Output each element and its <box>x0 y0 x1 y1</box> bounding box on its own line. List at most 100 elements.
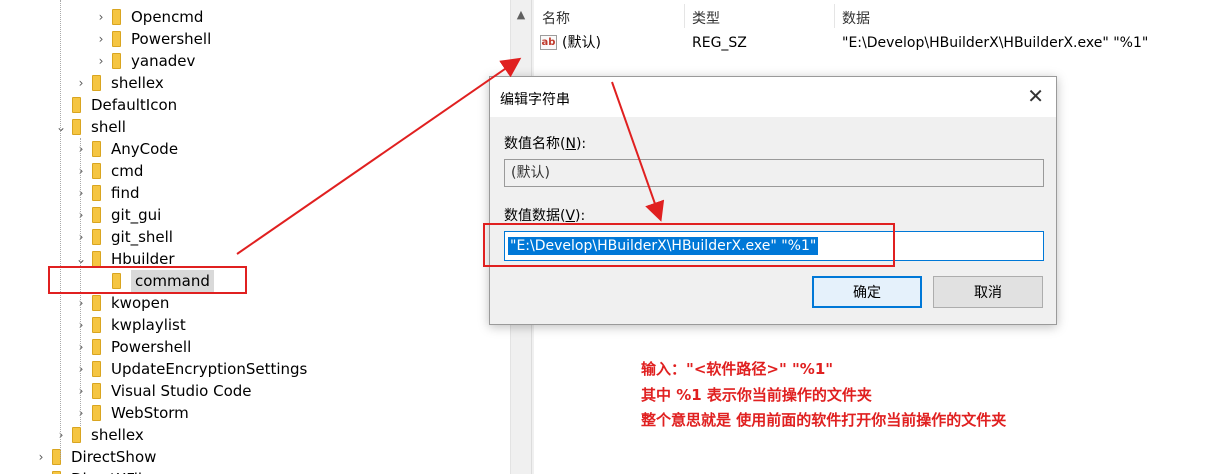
tree-item-label: shellex <box>91 426 144 444</box>
registry-value-row[interactable]: ab (默认) REG_SZ "E:\Develop\HBuilderX\HBu… <box>534 32 1230 54</box>
tree-item-label: Opencmd <box>131 8 204 26</box>
tree-item-label: AnyCode <box>111 140 179 158</box>
chevron-right-icon[interactable]: › <box>34 468 48 474</box>
dialog-title: 编辑字符串 <box>500 92 570 108</box>
column-header-type[interactable]: 类型 <box>692 8 720 28</box>
registry-tree: › Opencmd › Powershell › yanadev › shellex Defau… <box>0 0 510 474</box>
chevron-right-icon[interactable]: › <box>74 160 88 182</box>
column-header-data[interactable]: 数据 <box>842 8 870 28</box>
column-divider[interactable] <box>834 4 835 28</box>
annotation-line-1: 输入："<软件路径>" "%1" <box>641 360 834 378</box>
scroll-up-icon[interactable]: ▲ <box>511 0 531 28</box>
tree-item[interactable]: › yanadev <box>94 50 196 72</box>
chevron-right-icon[interactable]: › <box>34 446 48 468</box>
value-data-input[interactable]: "E:\Develop\HBuilderX\HBuilderX.exe" "%1… <box>504 231 1044 261</box>
chevron-right-icon[interactable]: › <box>54 424 68 446</box>
value-name-label: 数值名称(N): <box>504 136 587 152</box>
tree-item-label: shell <box>91 118 126 136</box>
tree-item[interactable]: › shellex <box>54 424 144 446</box>
tree-item[interactable]: › WebStorm <box>74 402 189 424</box>
chevron-right-icon[interactable]: › <box>74 226 88 248</box>
ab-string-icon: ab <box>540 35 557 50</box>
folder-icon <box>72 97 81 113</box>
value-data-label: 数值数据(V): <box>504 208 586 224</box>
tree-item-label: find <box>111 184 140 202</box>
tree-item-label: UpdateEncryptionSettings <box>111 360 308 378</box>
tree-item-label: git_shell <box>111 228 173 246</box>
chevron-right-icon[interactable]: › <box>74 314 88 336</box>
folder-icon <box>92 339 101 355</box>
tree-item[interactable]: › kwopen <box>74 292 170 314</box>
tree-item-label: kwopen <box>111 294 170 312</box>
tree-guide-line <box>80 138 81 426</box>
chevron-right-icon[interactable]: › <box>74 72 88 94</box>
value-name-field: (默认) <box>504 159 1044 187</box>
tree-item[interactable]: › Powershell <box>74 336 192 358</box>
edit-string-dialog: 编辑字符串 ✕ 数值名称(N): (默认) 数值数据(V): "E:\Devel… <box>489 76 1057 325</box>
tree-item[interactable]: ⌄ shell <box>54 116 126 138</box>
annotation-line-3: 整个意思就是 使用前面的软件打开你当前操作的文件夹 <box>641 411 1007 429</box>
chevron-right-icon[interactable]: › <box>94 50 108 72</box>
tree-item[interactable]: › Visual Studio Code <box>74 380 252 402</box>
chevron-right-icon[interactable]: › <box>74 358 88 380</box>
tree-item[interactable]: › git_shell <box>74 226 173 248</box>
folder-icon <box>92 229 101 245</box>
value-data: "E:\Develop\HBuilderX\HBuilderX.exe" "%1… <box>842 35 1149 51</box>
value-type: REG_SZ <box>692 35 747 51</box>
folder-icon <box>72 427 81 443</box>
chevron-right-icon[interactable]: › <box>94 28 108 50</box>
tree-item[interactable]: › kwplaylist <box>74 314 186 336</box>
chevron-right-icon[interactable]: › <box>74 138 88 160</box>
column-divider[interactable] <box>684 4 685 28</box>
tree-item[interactable]: › UpdateEncryptionSettings <box>74 358 308 380</box>
chevron-right-icon[interactable]: › <box>74 380 88 402</box>
folder-icon <box>92 361 101 377</box>
tree-item[interactable]: › DirectXFile <box>34 468 151 474</box>
folder-icon <box>92 141 101 157</box>
folder-icon <box>112 9 121 25</box>
chevron-right-icon[interactable]: › <box>94 6 108 28</box>
tree-item-label: DirectXFile <box>71 468 151 474</box>
tree-item-label: shellex <box>111 74 164 92</box>
value-data-selected-text[interactable]: "E:\Develop\HBuilderX\HBuilderX.exe" "%1… <box>508 237 819 255</box>
folder-icon <box>92 383 101 399</box>
folder-icon <box>92 295 101 311</box>
chevron-right-icon[interactable]: › <box>74 336 88 358</box>
tree-guide-line <box>60 0 61 460</box>
chevron-down-icon[interactable]: ⌄ <box>74 248 88 270</box>
folder-icon <box>92 251 101 267</box>
tree-item-label: Powershell <box>111 338 192 356</box>
column-header-name[interactable]: 名称 <box>542 8 570 28</box>
close-icon[interactable]: ✕ <box>1027 85 1044 107</box>
tree-item-label: cmd <box>111 162 144 180</box>
tree-item-label: DirectShow <box>71 448 157 466</box>
chevron-right-icon[interactable]: › <box>74 402 88 424</box>
folder-icon <box>112 273 121 289</box>
tree-item[interactable]: › AnyCode <box>74 138 178 160</box>
tree-item[interactable]: command <box>94 270 214 292</box>
folder-icon <box>92 75 101 91</box>
tree-item[interactable]: › find <box>74 182 140 204</box>
tree-item-label: yanadev <box>131 52 196 70</box>
tree-item[interactable]: › cmd <box>74 160 144 182</box>
tree-item[interactable]: › git_gui <box>74 204 162 226</box>
tree-item[interactable]: ⌄ Hbuilder <box>74 248 175 270</box>
tree-item-label: kwplaylist <box>111 316 186 334</box>
tree-item[interactable]: › DirectShow <box>34 446 157 468</box>
tree-item[interactable]: › shellex <box>74 72 164 94</box>
dialog-titlebar[interactable]: 编辑字符串 ✕ <box>490 77 1056 117</box>
tree-item-label: DefaultIcon <box>91 96 178 114</box>
annotation-line-2: 其中 %1 表示你当前操作的文件夹 <box>641 386 872 404</box>
chevron-right-icon[interactable]: › <box>74 204 88 226</box>
ok-button[interactable]: 确定 <box>812 276 922 308</box>
tree-item[interactable]: › Powershell <box>94 28 212 50</box>
chevron-right-icon[interactable]: › <box>74 182 88 204</box>
cancel-button[interactable]: 取消 <box>933 276 1043 308</box>
tree-item-label: command <box>131 270 214 292</box>
tree-item[interactable]: DefaultIcon <box>54 94 177 116</box>
tree-item-label: Powershell <box>131 30 212 48</box>
tree-item[interactable]: › Opencmd <box>94 6 204 28</box>
chevron-right-icon[interactable]: › <box>74 292 88 314</box>
chevron-down-icon[interactable]: ⌄ <box>54 116 68 138</box>
folder-icon <box>92 163 101 179</box>
